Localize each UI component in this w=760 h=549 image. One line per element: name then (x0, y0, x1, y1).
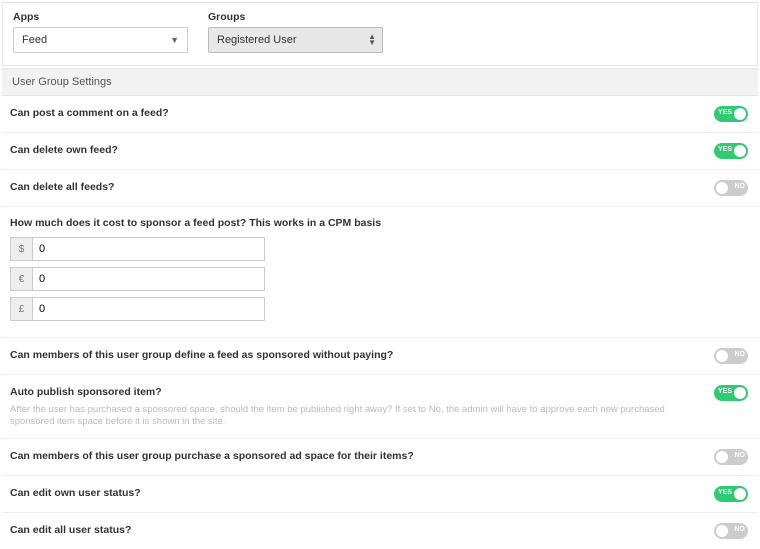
toggle-label: NO (735, 452, 746, 459)
currency-row-gbp: £ (10, 297, 265, 321)
toggle-label: NO (735, 526, 746, 533)
setting-delete-own: Can delete own feed? YES (2, 133, 758, 170)
setting-label: Can edit own user status? (10, 486, 141, 501)
filter-panel: Apps Feed ▼ Groups Registered User ▲▼ (2, 2, 758, 66)
toggle-define-sponsored[interactable]: NO (714, 348, 748, 364)
apps-filter: Apps Feed ▼ (13, 11, 188, 53)
toggle-delete-all[interactable]: NO (714, 180, 748, 196)
currency-symbol: € (10, 267, 32, 291)
groups-label: Groups (208, 11, 383, 23)
toggle-label: YES (718, 109, 732, 116)
setting-label: Can delete all feeds? (10, 180, 114, 195)
toggle-knob (734, 108, 746, 120)
setting-purchase-ad: Can members of this user group purchase … (2, 439, 758, 476)
currency-symbol: £ (10, 297, 32, 321)
setting-auto-publish: Auto publish sponsored item? After the u… (2, 375, 758, 439)
setting-delete-all: Can delete all feeds? NO (2, 170, 758, 207)
groups-filter: Groups Registered User ▲▼ (208, 11, 383, 53)
toggle-knob (716, 451, 728, 463)
section-header: User Group Settings (2, 68, 758, 96)
currency-input-usd[interactable] (32, 237, 265, 261)
apps-label: Apps (13, 11, 188, 23)
select-icon: ▲▼ (368, 34, 376, 46)
toggle-label: YES (718, 146, 732, 153)
toggle-label: NO (735, 183, 746, 190)
setting-define-sponsored: Can members of this user group define a … (2, 338, 758, 375)
setting-label: Can delete own feed? (10, 143, 118, 158)
toggle-label: YES (718, 388, 732, 395)
groups-dropdown[interactable]: Registered User ▲▼ (208, 27, 383, 53)
toggle-knob (734, 488, 746, 500)
toggle-edit-own-status[interactable]: YES (714, 486, 748, 502)
currency-row-eur: € (10, 267, 265, 291)
setting-label: Can edit all user status? (10, 523, 131, 538)
toggle-purchase-ad[interactable]: NO (714, 449, 748, 465)
setting-cost-sponsor: How much does it cost to sponsor a feed … (2, 207, 758, 338)
toggle-label: YES (718, 489, 732, 496)
currency-input-gbp[interactable] (32, 297, 265, 321)
chevron-down-icon: ▼ (170, 35, 179, 45)
currency-row-usd: $ (10, 237, 265, 261)
apps-value: Feed (22, 34, 47, 46)
setting-label: Can post a comment on a feed? (10, 106, 169, 121)
toggle-knob (716, 350, 728, 362)
toggle-auto-publish[interactable]: YES (714, 385, 748, 401)
groups-value: Registered User (217, 34, 296, 46)
setting-label: Can members of this user group define a … (10, 348, 393, 363)
toggle-edit-all-status[interactable]: NO (714, 523, 748, 539)
setting-help: After the user has purchased a sponsored… (10, 404, 702, 429)
settings-list: Can post a comment on a feed? YES Can de… (2, 96, 758, 549)
setting-label: Can members of this user group purchase … (10, 449, 414, 464)
setting-edit-own-status: Can edit own user status? YES (2, 476, 758, 513)
toggle-knob (716, 525, 728, 537)
toggle-label: NO (735, 351, 746, 358)
setting-post-comment: Can post a comment on a feed? YES (2, 96, 758, 133)
currency-symbol: $ (10, 237, 32, 261)
apps-dropdown[interactable]: Feed ▼ (13, 27, 188, 53)
setting-edit-all-status: Can edit all user status? NO (2, 513, 758, 549)
toggle-knob (716, 182, 728, 194)
setting-label: Auto publish sponsored item? (10, 385, 702, 400)
toggle-delete-own[interactable]: YES (714, 143, 748, 159)
toggle-knob (734, 387, 746, 399)
toggle-knob (734, 145, 746, 157)
setting-label: How much does it cost to sponsor a feed … (10, 217, 750, 229)
currency-input-eur[interactable] (32, 267, 265, 291)
toggle-post-comment[interactable]: YES (714, 106, 748, 122)
